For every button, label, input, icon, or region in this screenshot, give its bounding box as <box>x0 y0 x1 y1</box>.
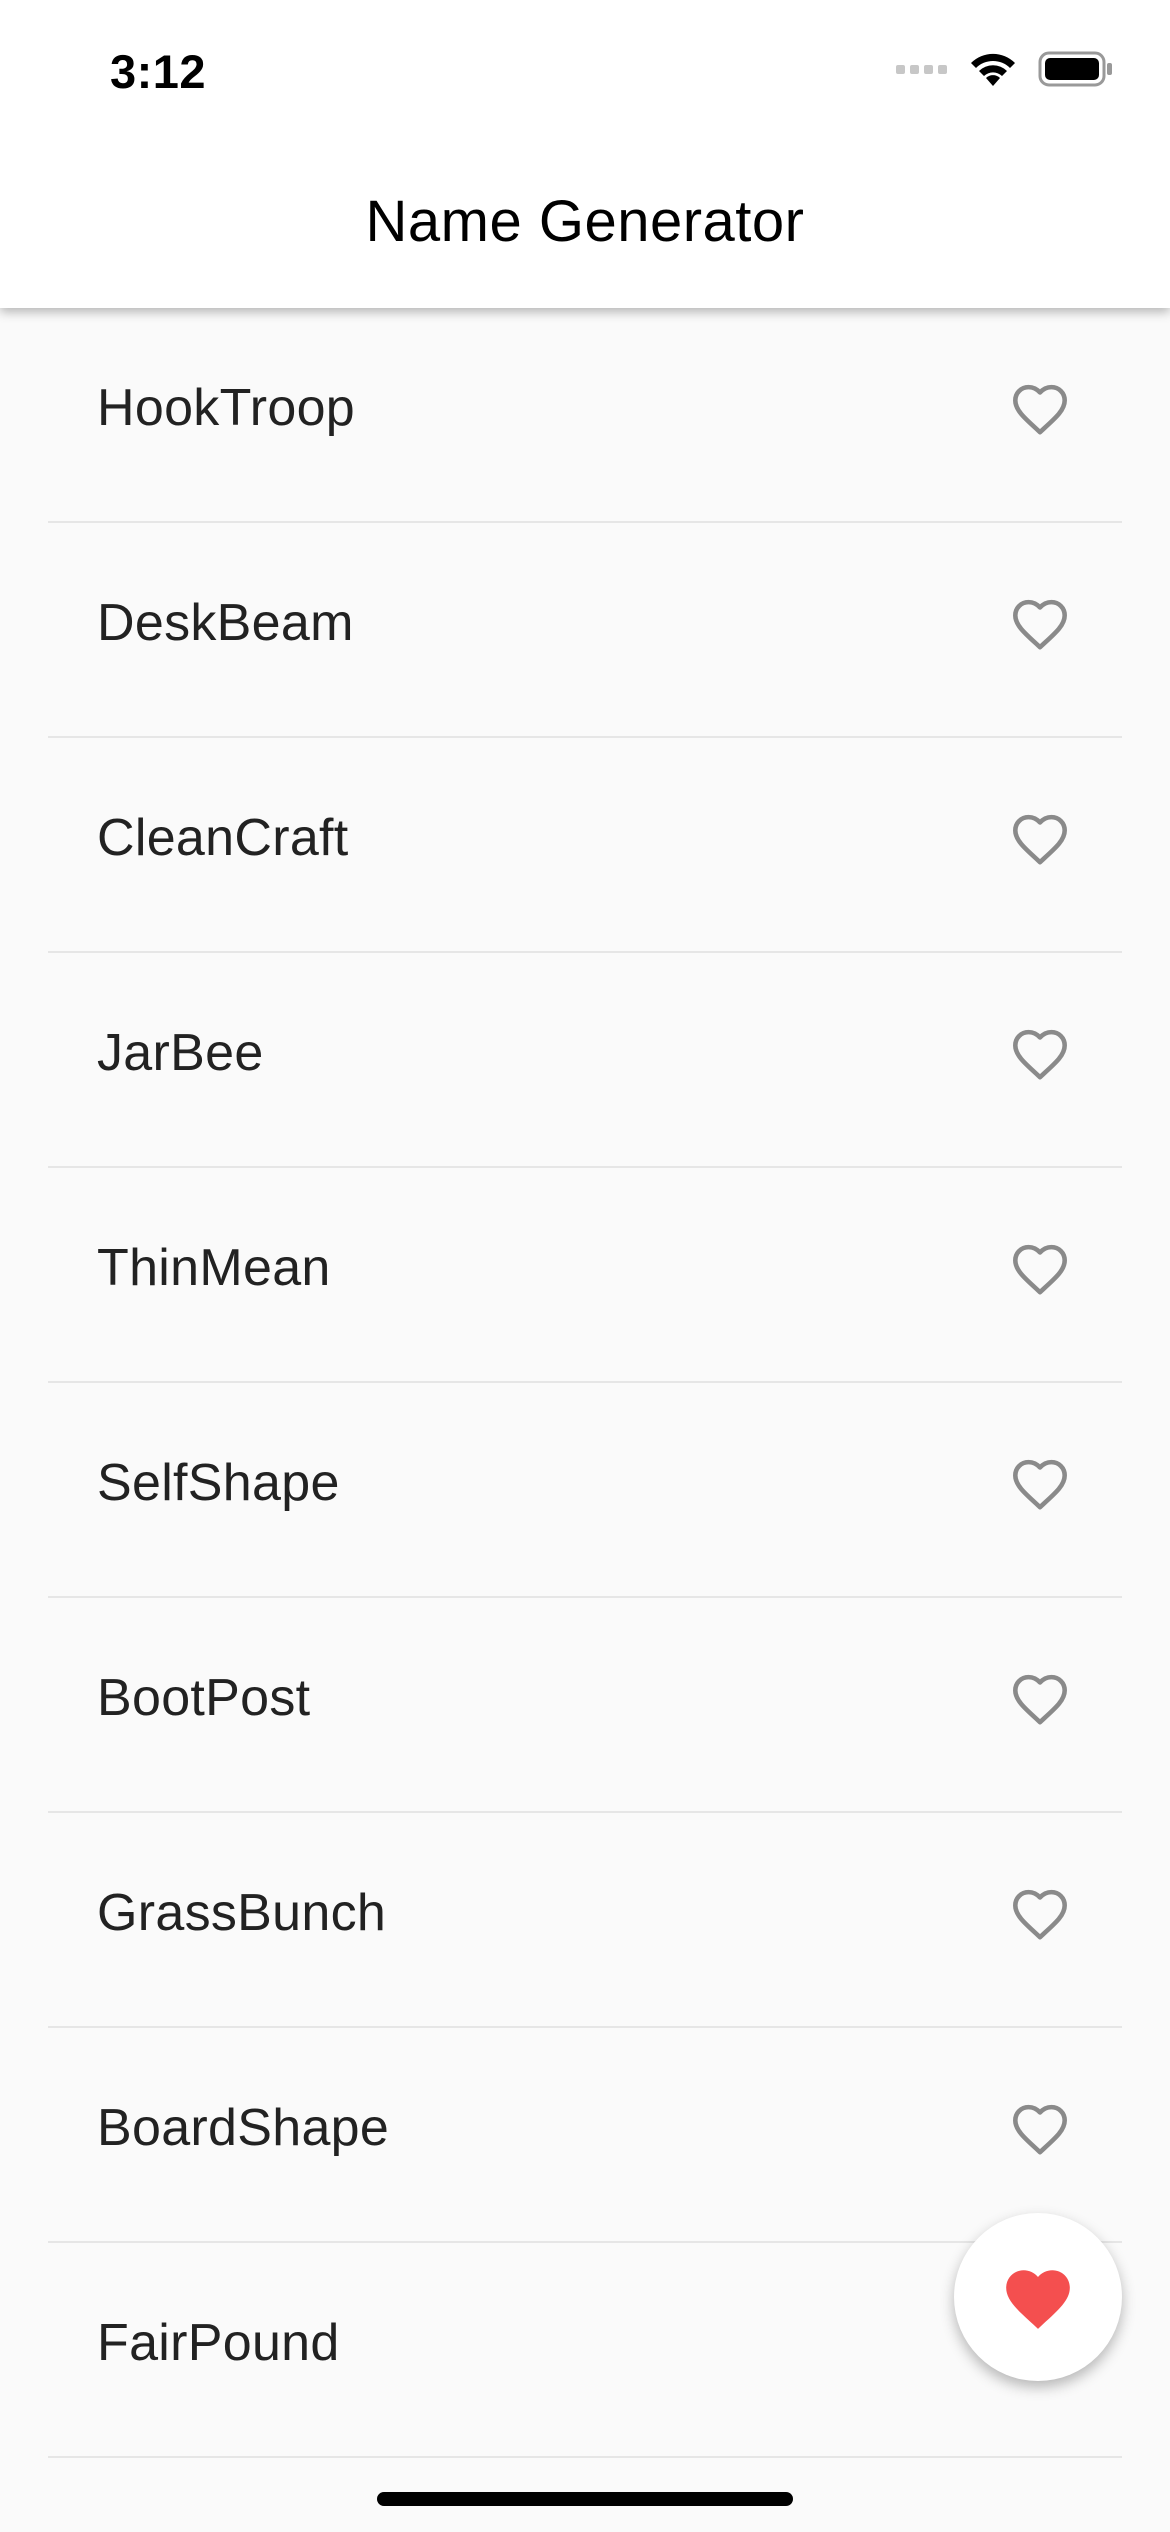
list-item[interactable]: BoardShape <box>48 2028 1122 2243</box>
heart-outline-icon[interactable] <box>1009 2100 1071 2156</box>
list-item-label: DeskBeam <box>97 594 354 652</box>
home-indicator <box>377 2492 793 2506</box>
status-bar: 3:12 <box>0 0 1170 150</box>
list-item[interactable]: ThinMean <box>48 1168 1122 1383</box>
wifi-icon <box>971 53 1015 86</box>
list-item-label: FairPound <box>97 2314 340 2372</box>
list-item-label: BoardShape <box>97 2099 390 2157</box>
list-item-label: CleanCraft <box>97 809 349 867</box>
list-item-label: JarBee <box>97 1024 264 1082</box>
name-list[interactable]: HookTroop DeskBeam CleanCraft JarBee ThinMea… <box>0 308 1170 2458</box>
app-bar: 3:12 Name Generator <box>0 0 1170 308</box>
list-item-label: HookTroop <box>97 379 356 437</box>
list-item-label: GrassBunch <box>97 1884 387 1942</box>
status-time: 3:12 <box>110 45 207 98</box>
heart-outline-icon[interactable] <box>1009 595 1071 651</box>
list-item[interactable]: BootPost <box>48 1598 1122 1813</box>
heart-outline-icon[interactable] <box>1009 1670 1071 1726</box>
heart-outline-icon[interactable] <box>1009 1240 1071 1296</box>
heart-outline-icon[interactable] <box>1009 1455 1071 1511</box>
list-item[interactable]: HookTroop <box>48 308 1122 523</box>
cellular-signal-icon <box>896 65 947 74</box>
app-screen: 3:12 Name Generator HookTroop DeskBeam C… <box>0 0 1170 2532</box>
heart-outline-icon[interactable] <box>1009 1885 1071 1941</box>
saved-favorites-button[interactable] <box>954 2213 1122 2381</box>
heart-filled-icon <box>1006 2270 1070 2329</box>
list-item-label: SelfShape <box>97 1454 340 1512</box>
heart-outline-icon[interactable] <box>1009 1025 1071 1081</box>
list-item[interactable]: JarBee <box>48 953 1122 1168</box>
heart-outline-icon[interactable] <box>1009 380 1071 436</box>
list-item[interactable]: GrassBunch <box>48 1813 1122 2028</box>
page-title: Name Generator <box>365 189 805 254</box>
list-item[interactable]: SelfShape <box>48 1383 1122 1598</box>
list-item-label: ThinMean <box>97 1239 331 1297</box>
list-item[interactable]: DeskBeam <box>48 523 1122 738</box>
list-item-label: BootPost <box>97 1669 311 1727</box>
battery-icon <box>1038 51 1112 87</box>
heart-outline-icon[interactable] <box>1009 810 1071 866</box>
status-icons <box>896 50 1114 88</box>
list-item[interactable]: CleanCraft <box>48 738 1122 953</box>
